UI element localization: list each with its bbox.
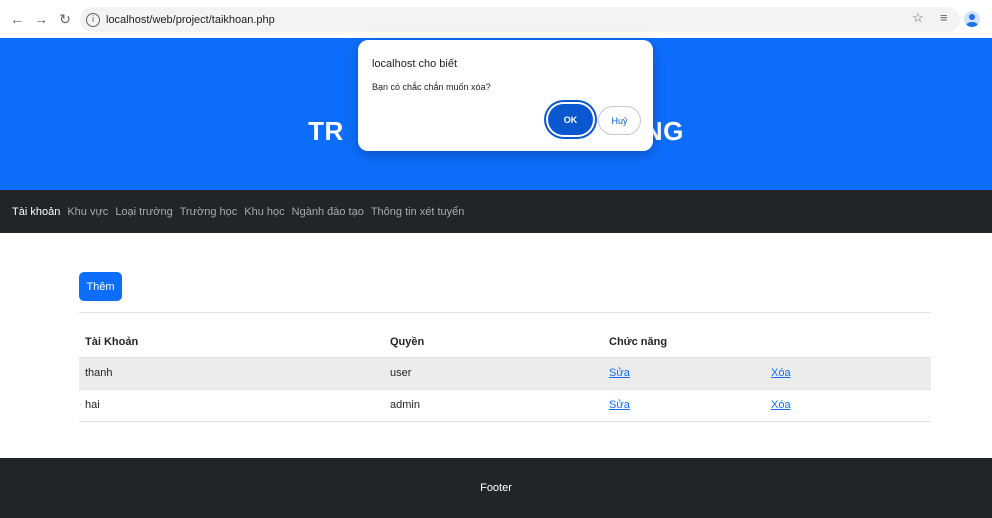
content-divider <box>79 312 931 313</box>
cell-account: thanh <box>79 357 384 390</box>
cell-role: admin <box>384 389 603 422</box>
forward-icon[interactable]: → <box>32 10 50 28</box>
dialog-title: localhost cho biết <box>372 58 457 70</box>
cancel-button[interactable]: Huỷ <box>598 106 641 135</box>
accounts-table: Tài Khoản Quyền Chức năng thanh user Sửa… <box>79 327 931 422</box>
table-row: hai admin Sửa Xóa <box>79 389 931 422</box>
page-footer: Footer <box>0 458 992 518</box>
delete-link[interactable]: Xóa <box>771 399 791 411</box>
confirm-dialog: localhost cho biết Bạn có chắc chắn muốn… <box>358 40 653 151</box>
reload-icon[interactable]: ↻ <box>56 10 74 28</box>
ok-button[interactable]: OK <box>548 104 593 135</box>
column-header-actions: Chức năng <box>603 327 765 358</box>
footer-text: Footer <box>480 482 512 494</box>
nav-item-truong-hoc[interactable]: Trường học <box>180 206 238 218</box>
cell-role: user <box>384 357 603 390</box>
edit-link[interactable]: Sửa <box>609 367 630 379</box>
table-row: thanh user Sửa Xóa <box>79 357 931 390</box>
browser-toolbar: ← → ↻ i localhost/web/project/taikhoan.p… <box>0 0 992 38</box>
address-bar[interactable]: i localhost/web/project/taikhoan.php <box>80 7 960 32</box>
nav-item-thong-tin-xet-tuyen[interactable]: Thông tin xét tuyển <box>371 206 465 218</box>
cell-account: hai <box>79 389 384 422</box>
nav-item-nganh-dao-tao[interactable]: Ngành đào tạo <box>292 206 364 218</box>
back-icon[interactable]: ← <box>8 10 26 28</box>
nav-item-loai-truong[interactable]: Loại trường <box>115 206 172 218</box>
edit-link[interactable]: Sửa <box>609 399 630 411</box>
nav-item-khu-vuc[interactable]: Khu vực <box>67 206 108 218</box>
url-text[interactable]: localhost/web/project/taikhoan.php <box>106 14 275 26</box>
add-button[interactable]: Thêm <box>79 272 122 301</box>
main-navbar: Tài khoản Khu vực Loại trường Trường học… <box>0 190 992 233</box>
column-header-empty <box>765 327 931 358</box>
column-header-role: Quyền <box>384 327 603 358</box>
site-info-icon[interactable]: i <box>86 12 100 27</box>
bookmark-star-icon[interactable]: ☆ <box>912 10 924 26</box>
profile-avatar-icon[interactable] <box>964 11 980 27</box>
table-header-row: Tài Khoản Quyền Chức năng <box>79 327 931 358</box>
reading-list-icon[interactable]: ≡ <box>940 10 948 25</box>
delete-link[interactable]: Xóa <box>771 367 791 379</box>
column-header-account: Tài Khoản <box>79 327 384 358</box>
nav-item-khu-hoc[interactable]: Khu học <box>244 206 284 218</box>
nav-item-tai-khoan[interactable]: Tài khoản <box>12 206 60 218</box>
hero-title-left: TR <box>308 116 344 146</box>
dialog-message: Bạn có chắc chắn muốn xóa? <box>372 82 491 92</box>
